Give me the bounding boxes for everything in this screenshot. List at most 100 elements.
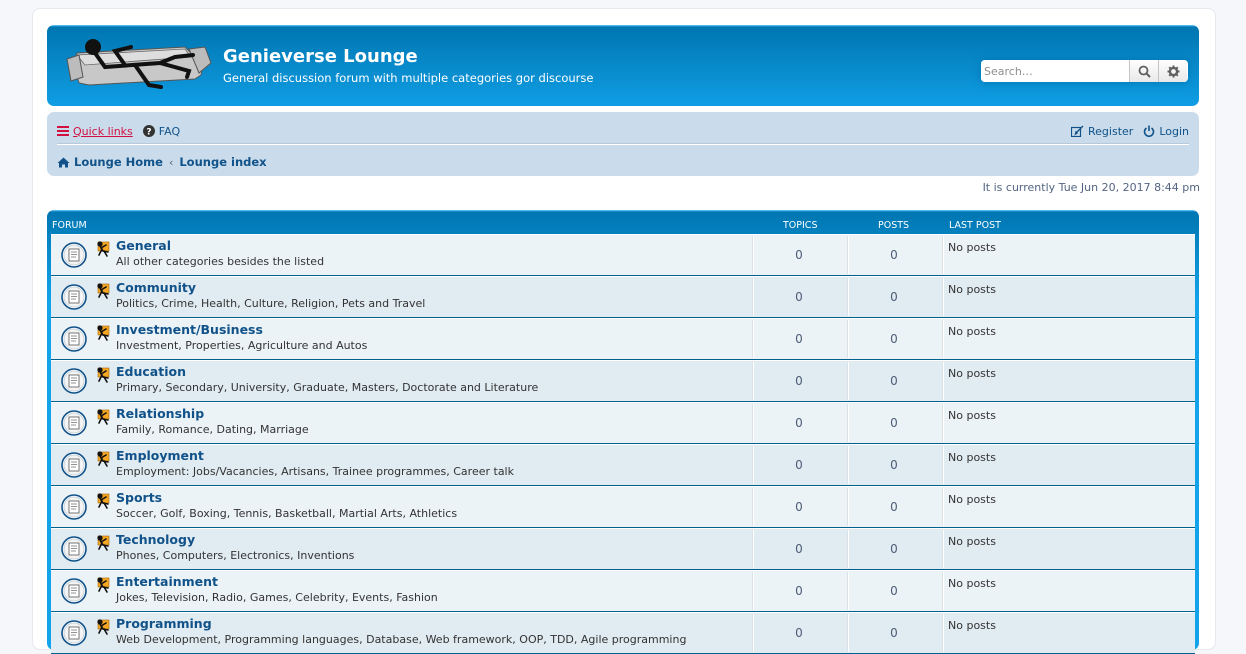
page-wrapper: Genieverse Lounge General discussion for…	[32, 8, 1216, 654]
forum-read-icon[interactable]	[61, 620, 87, 646]
forum-posts-count: 0	[890, 290, 898, 304]
register-label: Register	[1088, 124, 1134, 138]
forum-description: Jokes, Television, Radio, Games, Celebri…	[116, 591, 438, 604]
home-icon	[57, 157, 70, 167]
forum-title[interactable]: Employment	[116, 448, 204, 463]
forum-read-icon[interactable]	[61, 326, 87, 352]
forum-read-icon[interactable]	[61, 368, 87, 394]
column-divider	[942, 530, 944, 568]
forum-description: Soccer, Golf, Boxing, Tennis, Basketball…	[116, 507, 458, 520]
forum-read-icon[interactable]	[61, 494, 87, 520]
forum-topics-count: 0	[795, 458, 803, 472]
navbar-divider	[57, 143, 1189, 145]
forum-topics-count: 0	[795, 542, 803, 556]
forum-read-icon[interactable]	[61, 452, 87, 478]
column-divider	[942, 488, 944, 526]
forum-read-icon[interactable]	[61, 578, 87, 604]
forum-topics-count: 0	[795, 500, 803, 514]
forum-read-icon[interactable]	[61, 242, 87, 268]
forum-last-post: No posts	[948, 535, 996, 548]
site-title[interactable]: Genieverse Lounge	[223, 46, 418, 67]
power-icon	[1144, 125, 1155, 137]
forum-description: Web Development, Programming languages, …	[116, 633, 687, 646]
forum-row: Sports Soccer, Golf, Boxing, Tennis, Bas…	[51, 486, 1195, 528]
breadcrumb-home[interactable]: Lounge Home	[57, 155, 163, 169]
forum-last-post: No posts	[948, 241, 996, 254]
forum-topics-count: 0	[795, 626, 803, 640]
column-divider	[942, 320, 944, 358]
navbar-links: Quick links ? FAQ Register Login	[57, 120, 1189, 142]
forum-row: Programming Web Development, Programming…	[51, 612, 1195, 654]
column-divider	[942, 614, 944, 652]
forum-posts-count: 0	[890, 248, 898, 262]
forum-row: Education Primary, Secondary, University…	[51, 360, 1195, 402]
forum-title[interactable]: General	[116, 238, 171, 253]
forum-read-icon[interactable]	[61, 410, 87, 436]
forum-title[interactable]: Investment/Business	[116, 322, 263, 337]
forum-category-icon	[97, 283, 110, 299]
forum-posts-count: 0	[890, 374, 898, 388]
register-link[interactable]: Register	[1071, 125, 1133, 138]
forum-row: Relationship Family, Romance, Dating, Ma…	[51, 402, 1195, 444]
forum-posts-count: 0	[890, 458, 898, 472]
quick-links-label: Quick links	[73, 124, 133, 138]
forum-posts-count: 0	[890, 626, 898, 640]
forum-title[interactable]: Relationship	[116, 406, 204, 421]
forum-description: Family, Romance, Dating, Marriage	[116, 423, 309, 436]
hamburger-icon	[57, 126, 69, 136]
search-box	[981, 60, 1188, 82]
gear-icon	[1167, 65, 1179, 77]
forum-read-icon[interactable]	[61, 284, 87, 310]
forum-title[interactable]: Community	[116, 280, 196, 295]
forum-row: Technology Phones, Computers, Electronic…	[51, 528, 1195, 570]
forum-topics-count: 0	[795, 374, 803, 388]
forum-row: Entertainment Jokes, Television, Radio, …	[51, 570, 1195, 612]
advanced-search-button[interactable]	[1158, 60, 1187, 82]
site-logo[interactable]	[65, 33, 215, 100]
forum-description: Phones, Computers, Electronics, Inventio…	[116, 549, 355, 562]
quick-links-menu[interactable]: Quick links	[57, 125, 133, 138]
search-button[interactable]	[1129, 60, 1158, 82]
forum-last-post: No posts	[948, 409, 996, 422]
forum-category-icon	[97, 325, 110, 341]
forum-description: Primary, Secondary, University, Graduate…	[116, 381, 539, 394]
forum-read-icon[interactable]	[61, 536, 87, 562]
forum-category-icon	[97, 577, 110, 593]
column-divider	[942, 446, 944, 484]
header-last-post: Last post	[949, 220, 1001, 231]
search-input[interactable]	[981, 60, 1129, 82]
login-link[interactable]: Login	[1143, 125, 1189, 138]
header-bar: Genieverse Lounge General discussion for…	[47, 25, 1199, 106]
header-posts: Posts	[878, 220, 910, 231]
forum-title[interactable]: Sports	[116, 490, 162, 505]
forum-list-header: Forum Topics Posts Last post	[47, 218, 1199, 234]
forum-title[interactable]: Entertainment	[116, 574, 218, 589]
forum-description: All other categories besides the listed	[116, 255, 325, 268]
forum-row: Community Politics, Crime, Health, Cultu…	[51, 276, 1195, 318]
stickman-on-couch-icon	[66, 39, 212, 89]
forum-category-icon	[97, 493, 110, 509]
forum-row: Investment/Business Investment, Properti…	[51, 318, 1195, 360]
forum-title[interactable]: Technology	[116, 532, 195, 547]
breadcrumb-separator-icon: ‹	[168, 155, 174, 169]
forum-topics-count: 0	[795, 332, 803, 346]
header-topics: Topics	[783, 220, 818, 231]
forum-row: General All other categories besides the…	[51, 234, 1195, 276]
breadcrumb-index[interactable]: Lounge index	[179, 155, 266, 169]
forum-category-icon	[97, 367, 110, 383]
login-label: Login	[1159, 124, 1189, 138]
column-divider	[942, 236, 944, 274]
column-divider	[942, 362, 944, 400]
question-circle-icon: ?	[142, 125, 155, 138]
faq-link[interactable]: ? FAQ	[142, 124, 181, 138]
forum-topics-count: 0	[795, 290, 803, 304]
forum-posts-count: 0	[890, 584, 898, 598]
forum-posts-count: 0	[890, 500, 898, 514]
forum-title[interactable]: Education	[116, 364, 186, 379]
forum-title[interactable]: Programming	[116, 616, 212, 631]
faq-label: FAQ	[158, 124, 181, 138]
breadcrumb: Lounge Home ‹ Lounge index	[57, 151, 267, 173]
svg-text:?: ?	[146, 128, 151, 138]
forum-rows: General All other categories besides the…	[51, 234, 1195, 654]
user-links: Register Login	[1071, 125, 1189, 138]
